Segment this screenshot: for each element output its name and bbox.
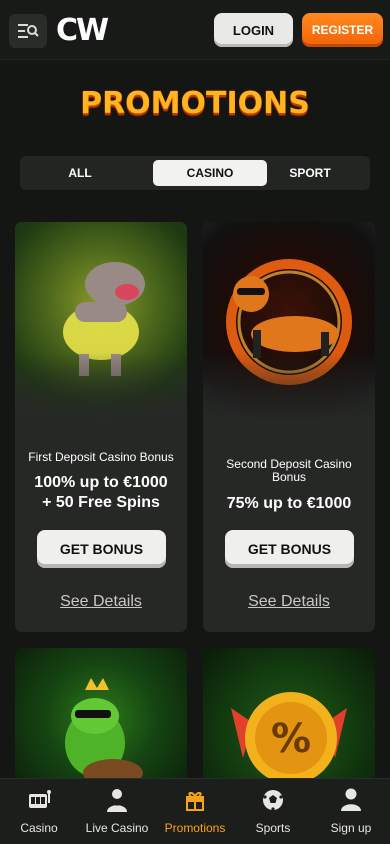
nav-label: Sports: [255, 821, 291, 835]
nav-casino[interactable]: Casino: [0, 779, 78, 844]
promo-title: First Deposit Casino Bonus: [28, 450, 174, 464]
page-title: PROMOTIONS: [80, 86, 310, 121]
user-icon: [341, 788, 361, 811]
promo-title-line2: Bonus: [271, 470, 307, 484]
menu-button[interactable]: [9, 14, 47, 48]
get-bonus-button[interactable]: GET BONUS: [225, 530, 354, 568]
logo-text: CW: [56, 12, 109, 48]
promo-card-second-deposit: Second Deposit Casino Bonus 75% up to €1…: [203, 222, 375, 632]
promo-offer-line1: 100% up to €1000: [34, 474, 168, 491]
nav-label: Promotions: [164, 821, 226, 835]
nav-sports[interactable]: Sports: [234, 779, 312, 844]
nav-live-casino[interactable]: Live Casino: [78, 779, 156, 844]
nav-label: Live Casino: [85, 821, 149, 835]
see-details-link[interactable]: See Details: [203, 593, 375, 611]
register-button[interactable]: REGISTER: [302, 13, 383, 47]
see-details-link[interactable]: See Details: [15, 593, 187, 611]
promo-card-coin[interactable]: %: [203, 648, 375, 788]
frog-king-illustration: [65, 678, 143, 787]
dealer-icon: [107, 789, 127, 812]
tab-sport[interactable]: SPORT: [270, 160, 350, 186]
tiger-illustration: [203, 222, 375, 422]
login-button[interactable]: LOGIN: [214, 13, 293, 47]
top-bar: CW LOGIN REGISTER: [0, 0, 390, 60]
nav-sign-up[interactable]: Sign up: [312, 779, 390, 844]
menu-search-icon: [18, 24, 39, 38]
nav-label: Sign up: [330, 821, 372, 835]
promo-title-line1: Second Deposit Casino: [226, 457, 352, 471]
promo-filter-tabs: ALL CASINO SPORT: [20, 156, 370, 190]
promo-card-first-deposit: First Deposit Casino Bonus 100% up to €1…: [15, 222, 187, 632]
tab-all[interactable]: ALL: [40, 160, 120, 186]
soccer-ball-icon: [263, 790, 283, 811]
promo-offer-line2: + 50 Free Spins: [42, 494, 160, 511]
gift-icon: [186, 791, 204, 811]
svg-text:%: %: [271, 716, 311, 762]
hippo-illustration: [15, 222, 187, 422]
tab-casino[interactable]: CASINO: [153, 160, 267, 186]
percent-coin-illustration: %: [231, 692, 347, 784]
promo-card-frog[interactable]: [15, 648, 187, 788]
brand-logo[interactable]: CW: [56, 12, 109, 48]
promo-offer-line1: 75% up to €1000: [226, 495, 352, 512]
bottom-navigation: Casino Live Casino Promotions Sports Sig…: [0, 778, 390, 844]
nav-promotions[interactable]: Promotions: [156, 779, 234, 844]
slot-machine-icon: [29, 790, 51, 808]
nav-label: Casino: [20, 821, 58, 835]
get-bonus-button[interactable]: GET BONUS: [37, 530, 166, 568]
